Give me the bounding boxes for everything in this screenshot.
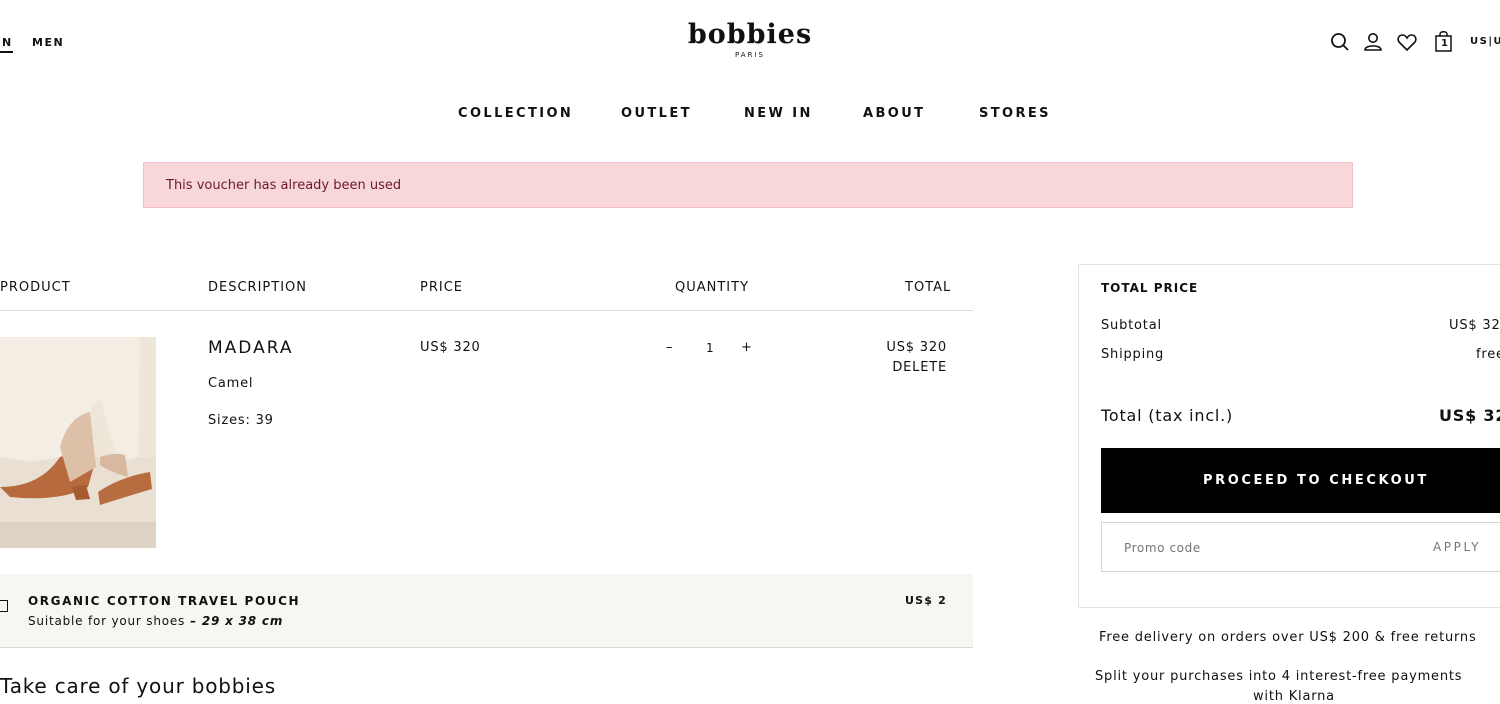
- col-quantity: QUANTITY: [675, 280, 750, 295]
- product-name[interactable]: MADARA: [208, 338, 293, 358]
- nav-stores[interactable]: STORES: [979, 106, 1051, 121]
- col-total: TOTAL: [905, 280, 952, 295]
- klarna-note-2: with Klarna: [1253, 689, 1335, 704]
- divider: [0, 310, 973, 311]
- apply-button[interactable]: APPLY: [1433, 540, 1481, 554]
- checkout-label: PROCEED TO CHECKOUT: [1203, 473, 1429, 488]
- product-image[interactable]: [0, 337, 156, 548]
- cart-bag-icon[interactable]: 1: [1433, 29, 1455, 52]
- product-size: Sizes: 39: [208, 413, 274, 428]
- product-color: Camel: [208, 376, 254, 391]
- addon-desc: Suitable for your shoes – 29 x 38 cm: [28, 614, 283, 628]
- wishlist-heart-icon[interactable]: [1396, 31, 1418, 53]
- nav-collection[interactable]: COLLECTION: [458, 106, 573, 121]
- addon-price: US$ 2: [905, 594, 947, 607]
- item-total: US$ 320: [886, 340, 947, 355]
- logo-brand: bobbies: [687, 19, 813, 50]
- summary-title: TOTAL PRICE: [1101, 281, 1199, 295]
- locale-selector[interactable]: US|U: [1470, 36, 1500, 47]
- cart-count: 1: [1441, 38, 1448, 49]
- total-value: US$ 320: [1439, 406, 1500, 425]
- care-heading: Take care of your bobbies: [0, 674, 276, 698]
- col-price: PRICE: [420, 280, 463, 295]
- addon-dims: – 29 x 38 cm: [185, 614, 284, 628]
- klarna-note: Split your purchases into 4 interest-fre…: [1095, 669, 1463, 684]
- search-icon[interactable]: [1329, 31, 1351, 53]
- qty-increase-button[interactable]: +: [741, 340, 753, 355]
- nav-new-in[interactable]: NEW IN: [744, 106, 813, 121]
- voucher-alert: This voucher has already been used: [143, 162, 1353, 208]
- promo-code-input[interactable]: [1122, 536, 1376, 560]
- product-price: US$ 320: [420, 340, 481, 355]
- subtotal-value: US$ 320: [1449, 318, 1500, 333]
- addon-checkbox[interactable]: [0, 600, 8, 612]
- proceed-to-checkout-button[interactable]: PROCEED TO CHECKOUT: [1101, 448, 1500, 513]
- col-description: DESCRIPTION: [208, 280, 307, 295]
- nav-outlet[interactable]: OUTLET: [621, 106, 692, 121]
- logo-sub: PARIS: [735, 51, 765, 59]
- subtotal-label: Subtotal: [1101, 318, 1162, 333]
- qty-value[interactable]: 1: [706, 341, 714, 355]
- delete-button[interactable]: DELETE: [873, 360, 947, 375]
- shipping-label: Shipping: [1101, 347, 1165, 362]
- col-product: PRODUCT: [0, 280, 71, 295]
- addon-row: [0, 574, 973, 648]
- account-icon[interactable]: [1362, 31, 1384, 53]
- nav-about[interactable]: ABOUT: [863, 106, 925, 121]
- delivery-note: Free delivery on orders over US$ 200 & f…: [1099, 630, 1477, 645]
- addon-title: ORGANIC COTTON TRAVEL POUCH: [28, 594, 301, 608]
- alert-text: This voucher has already been used: [166, 178, 402, 193]
- logo[interactable]: bobbies PARIS: [0, 20, 1500, 60]
- qty-decrease-button[interactable]: –: [666, 340, 673, 355]
- addon-desc-text: Suitable for your shoes: [28, 614, 186, 628]
- promo-code-field: APPLY: [1101, 522, 1500, 572]
- shipping-value: free: [1476, 347, 1500, 362]
- total-label: Total (tax incl.): [1101, 406, 1234, 425]
